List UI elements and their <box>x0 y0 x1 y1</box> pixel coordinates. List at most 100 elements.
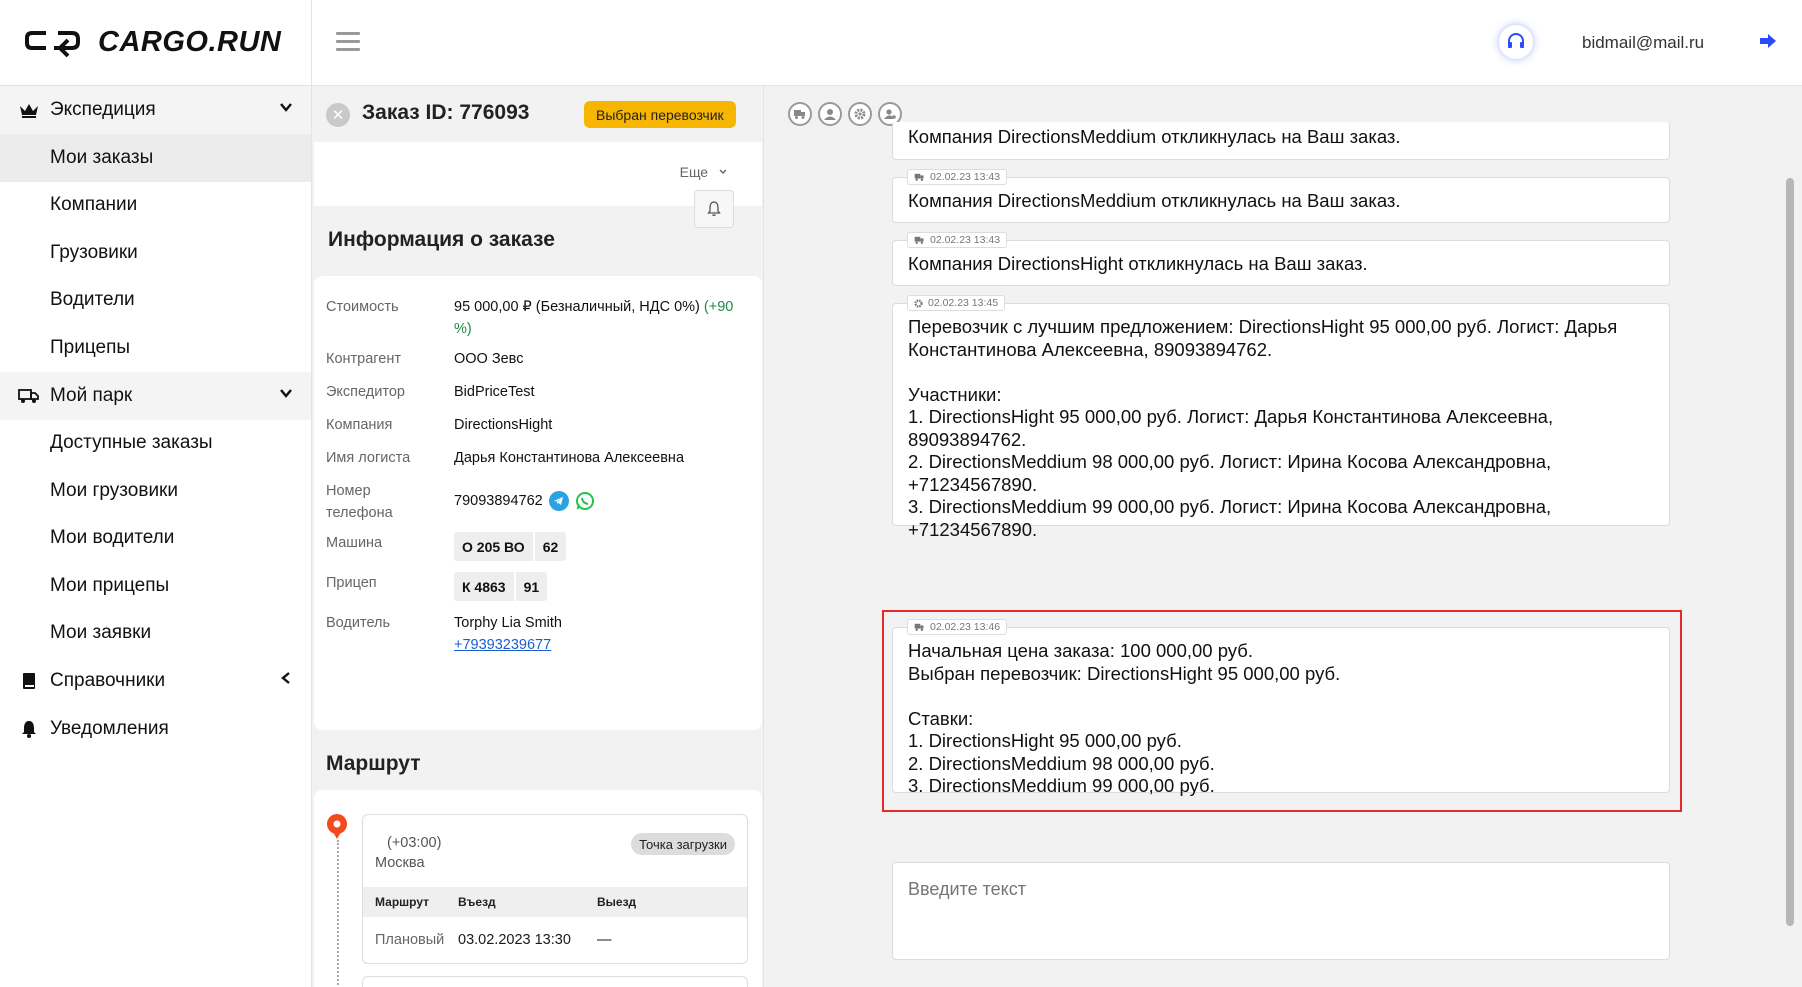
route-card: (+03:00) Москва Точка загрузки Маршрут В… <box>314 790 762 987</box>
column-header: Маршрут <box>375 895 430 909</box>
info-title: Информация о заказе <box>328 228 555 251</box>
plate-number: К 4863 <box>454 572 516 601</box>
sidebar-item-my-trailers[interactable]: Мои прицепы <box>0 562 311 610</box>
sidebar-section-expedition[interactable]: Экспедиция <box>0 86 311 134</box>
driver-name: Torphy Lia Smith <box>454 615 562 631</box>
info-label: Контрагент <box>326 351 401 367</box>
point-city: Москва <box>375 855 425 871</box>
sidebar-item-drivers[interactable]: Водители <box>0 277 311 325</box>
sidebar-section-label: Мой парк <box>50 384 133 406</box>
book-icon <box>18 670 40 692</box>
info-label: Водитель <box>326 615 391 631</box>
column-header: Выезд <box>597 895 637 909</box>
sidebar-item-trailers[interactable]: Прицепы <box>0 324 311 372</box>
info-value: К 4863 91 <box>454 572 749 601</box>
close-icon[interactable]: ✕ <box>326 103 350 127</box>
subscribe-bell-button[interactable] <box>694 190 734 228</box>
sidebar-item-available-orders[interactable]: Доступные заказы <box>0 420 311 468</box>
message-time: 02.02.23 13:45 <box>928 296 999 309</box>
column-header: Въезд <box>458 895 496 909</box>
info-value: О 205 ВО 62 <box>454 532 749 561</box>
sidebar-item-my-drivers[interactable]: Мои водители <box>0 515 311 563</box>
route-point <box>362 976 748 987</box>
sidebar-item-my-trucks[interactable]: Мои грузовики <box>0 467 311 515</box>
chevron-left-icon <box>281 672 290 684</box>
cost-value: 95 000,00 ₽ (Безналичный, НДС 0%) <box>454 299 700 315</box>
more-label: Еще <box>679 164 709 180</box>
truck-icon <box>914 236 924 244</box>
sidebar-item-my-orders[interactable]: Мои заказы <box>0 134 311 182</box>
point-type-badge: Точка загрузки <box>631 833 735 855</box>
info-label: Экспедитор <box>326 384 405 400</box>
more-dropdown[interactable]: Еще <box>680 164 728 180</box>
info-label: Стоимость <box>326 299 399 315</box>
sidebar-item-companies[interactable]: Компании <box>0 182 311 230</box>
message-text: Компания DirectionsHight откликнулась на… <box>908 253 1368 274</box>
order-title: Заказ ID: 776093 <box>362 101 530 124</box>
bell-icon <box>707 201 721 217</box>
phone-value: 79093894762 <box>454 493 543 509</box>
top-bar: bidmail@mail.ru <box>312 0 1802 86</box>
user-email[interactable]: bidmail@mail.ru <box>1582 33 1704 53</box>
chat-filter-icons <box>788 102 902 126</box>
info-value: ООО Зевс <box>454 351 524 367</box>
chat-panel: Компания DirectionsMeddium откликнулась … <box>764 86 1802 987</box>
sidebar-item-my-requests[interactable]: Мои заявки <box>0 610 311 658</box>
logo-text: CARGO.RUN <box>98 26 282 58</box>
sidebar-section-notifications[interactable]: Уведомления <box>0 705 311 753</box>
gear-icon <box>914 298 923 308</box>
truck-filter-icon[interactable] <box>788 102 812 126</box>
trailer-plate: К 4863 91 <box>454 572 548 601</box>
sidebar-section-reference[interactable]: Справочники <box>0 657 311 705</box>
chevron-down-icon <box>280 103 292 112</box>
table-cell: 03.02.2023 13:30 <box>458 932 571 948</box>
whatsapp-icon[interactable] <box>575 491 595 511</box>
message-meta: 02.02.23 13:43 <box>907 232 1008 248</box>
info-value: DirectionsHight <box>454 417 553 433</box>
chat-message-input[interactable] <box>892 862 1670 960</box>
table-cell: Плановый <box>375 932 445 948</box>
info-value: Дарья Константинова Алексеевна <box>454 450 685 466</box>
sidebar-section-label: Уведомления <box>50 718 169 739</box>
plate-number: О 205 ВО <box>454 532 535 561</box>
route-point: (+03:00) Москва Точка загрузки Маршрут В… <box>362 814 748 964</box>
gear-filter-icon[interactable] <box>848 102 872 126</box>
route-table: Маршрут Въезд Выезд Плановый 03.02.2023 … <box>363 887 747 963</box>
route-title: Маршрут <box>326 752 421 775</box>
sidebar-item-trucks[interactable]: Грузовики <box>0 229 311 277</box>
logo[interactable]: CARGO.RUN <box>0 0 311 86</box>
highlight-frame <box>882 610 1682 812</box>
message-text: Компания DirectionsMeddium откликнулась … <box>908 190 1401 211</box>
message-time: 02.02.23 13:43 <box>930 233 1001 246</box>
driver-phone-link[interactable]: +79393239677 <box>454 637 551 653</box>
info-value: 95 000,00 ₽ (Безналичный, НДС 0%) (+90 %… <box>454 296 749 340</box>
route-connector <box>337 840 339 987</box>
point-timezone: (+03:00) <box>387 835 442 851</box>
message-time: 02.02.23 13:43 <box>930 170 1001 183</box>
info-label: Компания <box>326 417 393 433</box>
support-headset-icon[interactable] <box>1499 25 1533 59</box>
menu-icon[interactable] <box>336 32 360 52</box>
message-text: Компания DirectionsMeddium откликнулась … <box>908 126 1401 147</box>
location-pin-icon <box>327 814 347 839</box>
chat-message: 02.02.23 13:43 Компания DirectionsMeddiu… <box>892 169 1670 223</box>
chat-scrollbar[interactable] <box>1786 178 1794 926</box>
order-info-card: Стоимость 95 000,00 ₽ (Безналичный, НДС … <box>314 276 762 730</box>
info-value: Torphy Lia Smith +79393239677 <box>454 612 749 656</box>
chevron-down-icon <box>280 388 292 398</box>
user-filter-icon[interactable] <box>818 102 842 126</box>
order-header: ✕ Заказ ID: 776093 Выбран перевозчик <box>312 86 763 142</box>
sidebar-section-park[interactable]: Мой парк <box>0 371 311 420</box>
plate-region: 91 <box>523 578 540 595</box>
chat-message: 02.02.23 13:45 Перевозчик с лучшим предл… <box>892 295 1670 540</box>
info-label: Прицеп <box>326 575 377 591</box>
logout-icon[interactable] <box>1759 33 1777 54</box>
bell-icon <box>18 718 40 740</box>
status-badge: Выбран перевозчик <box>584 101 736 128</box>
info-value: BidPriceTest <box>454 384 535 400</box>
message-text: Перевозчик с лучшим предложением: Direct… <box>908 316 1618 540</box>
chevron-down-icon <box>719 169 727 174</box>
route-table-header: Маршрут Въезд Выезд <box>363 887 747 917</box>
telegram-icon[interactable] <box>548 491 569 511</box>
order-panel: ✕ Заказ ID: 776093 Выбран перевозчик Еще… <box>312 86 764 987</box>
